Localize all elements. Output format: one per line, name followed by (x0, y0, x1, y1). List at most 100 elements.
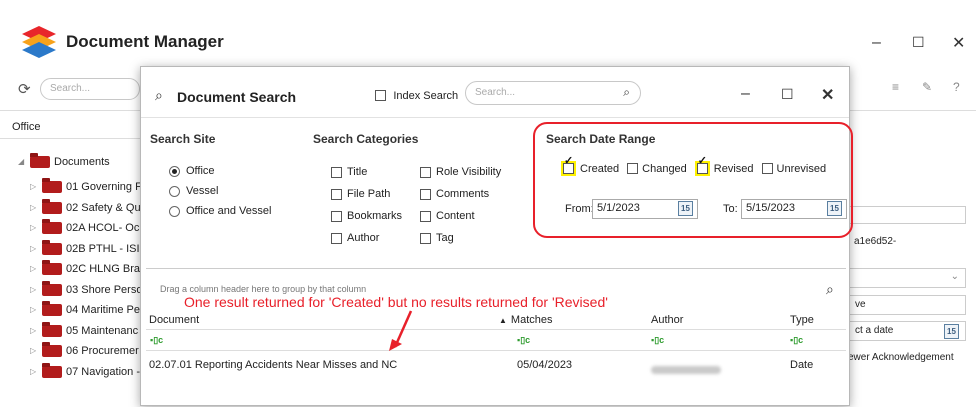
category-checkbox[interactable]: Content (420, 205, 501, 227)
category-checkbox[interactable]: Title (331, 161, 402, 183)
app-title: Document Manager (66, 32, 224, 51)
filter-icon[interactable]: ▪▯c (790, 335, 803, 346)
expand-icon[interactable]: ▷ (30, 300, 42, 321)
list-icon[interactable]: ≡ (892, 80, 899, 94)
folder-icon (42, 260, 62, 276)
column-header-type[interactable]: Type (790, 314, 814, 326)
filter-icon[interactable]: ▪▯c (651, 335, 664, 346)
date-option-checkbox[interactable]: Unrevised (761, 161, 826, 175)
date-option-checkbox[interactable]: Created (561, 161, 619, 177)
tree-item[interactable]: ▷ 05 Maintenanc (30, 321, 142, 342)
tree-item[interactable]: ▷ 02C HLNG Bra (30, 259, 142, 280)
refresh-icon[interactable]: ⟳ (18, 80, 31, 98)
checkbox[interactable] (331, 210, 342, 222)
tree-item[interactable]: ▷ 06 Procuremer (30, 341, 142, 362)
dialog-close-button[interactable]: ✕ (821, 85, 834, 105)
expand-icon[interactable]: ▷ (30, 341, 42, 362)
expand-icon[interactable]: ▷ (30, 280, 42, 301)
category-checkbox[interactable]: File Path (331, 183, 402, 205)
column-header-matches[interactable]: ▲ Matches (499, 314, 553, 326)
checkbox[interactable] (420, 210, 431, 222)
calendar-icon[interactable]: 15 (827, 201, 842, 216)
checkbox[interactable] (627, 163, 639, 175)
checkbox[interactable] (331, 166, 342, 178)
site-option[interactable]: Office (169, 161, 271, 181)
expand-icon[interactable]: ▷ (30, 218, 42, 239)
date-option-checkbox[interactable]: Revised (694, 161, 754, 177)
main-search-input[interactable]: Search... (40, 78, 140, 100)
tree-item[interactable]: ▷ 07 Navigation - (30, 362, 142, 383)
from-label: From: (565, 203, 594, 215)
checkbox[interactable] (420, 232, 431, 244)
to-date-input[interactable]: 5/15/2023 15 (741, 199, 847, 219)
expand-icon[interactable]: ▷ (30, 259, 42, 280)
dialog-minimize-button[interactable]: – (741, 85, 750, 103)
checkbox[interactable] (331, 188, 342, 200)
calendar-icon[interactable]: 15 (944, 324, 959, 339)
checkbox[interactable] (563, 163, 574, 175)
grid-search-icon[interactable]: ⌕ (826, 281, 834, 298)
category-checkbox[interactable]: Author (331, 227, 402, 249)
checkbox[interactable] (761, 163, 773, 175)
column-header-document[interactable]: Document (149, 314, 199, 326)
radio-button[interactable] (169, 165, 180, 177)
sort-ascending-icon: ▲ (499, 316, 507, 325)
tree-item[interactable]: ▷ 03 Shore Perso (30, 280, 142, 301)
expand-icon[interactable]: ▷ (30, 321, 42, 342)
pin-icon[interactable]: ✎ (922, 80, 932, 94)
bg-field (848, 206, 966, 224)
bg-date-input[interactable]: ct a date 15 (848, 321, 966, 341)
annotation-arrow-icon (389, 310, 413, 351)
index-search-checkbox[interactable]: Index Search (375, 88, 458, 102)
bg-select[interactable]: ⌄ (848, 268, 966, 288)
to-label: To: (723, 203, 738, 215)
dialog-maximize-button[interactable]: ☐ (781, 86, 794, 103)
tree-item[interactable]: ▷ 01 Governing F (30, 177, 142, 198)
app-logo-icon (22, 26, 56, 58)
office-tab-divider (0, 138, 140, 139)
minimize-button[interactable]: – (872, 34, 881, 52)
search-icon: ⌕ (155, 87, 163, 103)
expand-icon[interactable]: ▷ (30, 239, 42, 260)
from-date-input[interactable]: 5/1/2023 15 (592, 199, 698, 219)
close-button[interactable]: ✕ (952, 33, 965, 53)
expand-icon[interactable]: ▷ (30, 177, 42, 198)
expand-icon[interactable]: ▷ (30, 198, 42, 219)
collapse-icon[interactable]: ◢ (18, 153, 30, 171)
checkbox[interactable] (331, 232, 342, 244)
tree-item[interactable]: ▷ 04 Maritime Pe (30, 300, 142, 321)
maximize-button[interactable]: ☐ (912, 34, 925, 51)
dialog-search-input[interactable]: Search... ⌕ (465, 81, 641, 105)
folder-icon (42, 239, 62, 255)
radio-button[interactable] (169, 205, 180, 217)
site-option[interactable]: Vessel (169, 181, 271, 201)
tree-item[interactable]: ▷ 02 Safety & Qu (30, 198, 142, 219)
checkbox[interactable] (696, 163, 708, 175)
filter-icon[interactable]: ▪▯c (150, 335, 163, 346)
tree-item[interactable]: ▷ 02B PTHL - ISI (30, 239, 142, 260)
site-option[interactable]: Office and Vessel (169, 201, 271, 221)
highlight (694, 161, 710, 177)
row-matches: 05/04/2023 (517, 359, 573, 371)
table-row[interactable]: 02.07.01 Reporting Accidents Near Misses… (146, 354, 846, 376)
help-icon[interactable]: ? (953, 80, 960, 94)
column-header-author[interactable]: Author (651, 314, 683, 326)
category-checkbox[interactable]: Tag (420, 227, 501, 249)
date-option-checkbox[interactable]: Changed (627, 161, 687, 175)
category-checkbox[interactable]: Role Visibility (420, 161, 501, 183)
filter-icon[interactable]: ▪▯c (517, 335, 530, 346)
radio-button[interactable] (169, 185, 180, 197)
search-icon[interactable]: ⌕ (623, 85, 630, 100)
calendar-icon[interactable]: 15 (678, 201, 693, 216)
expand-icon[interactable]: ▷ (30, 362, 42, 383)
tree-item[interactable]: ▷ 02A HCOL- Oc (30, 218, 142, 239)
tree-root[interactable]: ◢ Documents (18, 153, 110, 171)
category-checkbox[interactable]: Comments (420, 183, 501, 205)
checkbox[interactable] (420, 188, 431, 200)
office-tab[interactable]: Office (12, 121, 41, 133)
bg-select-2[interactable]: ve (848, 295, 966, 315)
checkbox[interactable] (420, 166, 431, 178)
date-range-options: Created Changed Revised Unrevised (561, 161, 834, 177)
category-checkbox[interactable]: Bookmarks (331, 205, 402, 227)
index-search-checkbox-box[interactable] (375, 90, 386, 102)
